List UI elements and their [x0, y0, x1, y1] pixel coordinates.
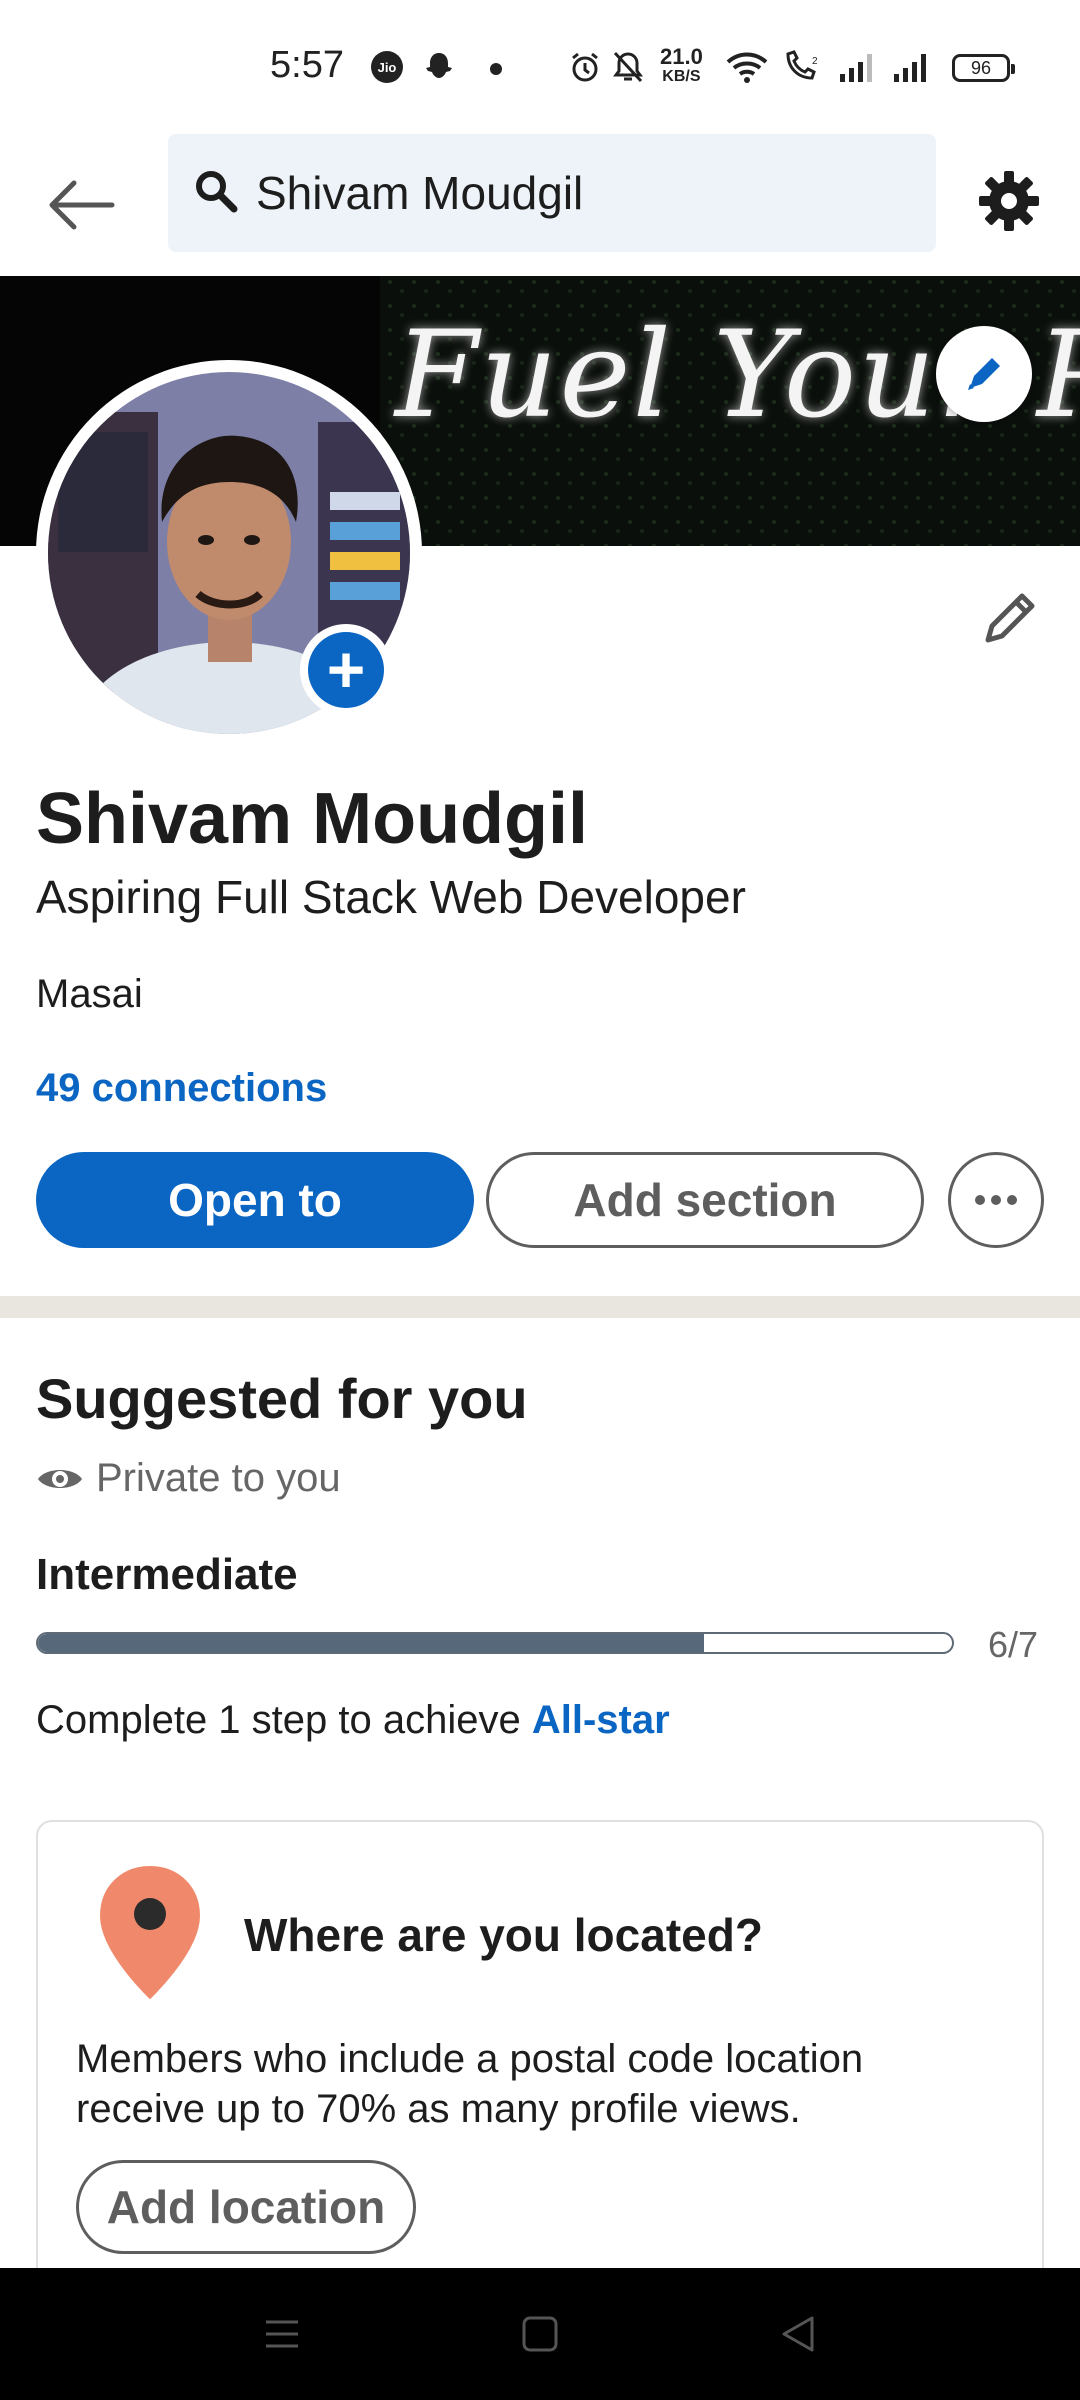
- back-nav-button[interactable]: [766, 2302, 830, 2366]
- signal-icon: [892, 50, 932, 89]
- pencil-icon: [968, 358, 1000, 390]
- profile-headline: Aspiring Full Stack Web Developer: [36, 871, 746, 923]
- battery-indicator: 96: [952, 54, 1015, 82]
- menu-icon: [266, 2320, 298, 2348]
- search-input[interactable]: Shivam Moudgil: [168, 134, 936, 252]
- bell-off-icon: [612, 50, 644, 89]
- gear-icon: [979, 171, 1039, 231]
- profile-strength-count: 6/7: [988, 1624, 1039, 1665]
- back-button[interactable]: [40, 164, 122, 246]
- search-query: Shivam Moudgil: [256, 167, 584, 219]
- profile-strength-bar: [36, 1632, 954, 1654]
- section-divider: [0, 1296, 1080, 1318]
- profile-company[interactable]: Masai: [36, 972, 143, 1017]
- wifi-icon: [726, 50, 768, 89]
- alarm-icon: [568, 50, 602, 89]
- snapchat-icon: [422, 50, 456, 89]
- completion-hint: Complete 1 step to achieve All-star: [36, 1698, 670, 1742]
- triangle-back-icon: [782, 2316, 814, 2352]
- status-bar: 5:57 Jio 21.0 KB/S 2 96: [0, 0, 1080, 134]
- visibility-label: Private to you: [96, 1456, 341, 1500]
- add-location-button[interactable]: Add location: [76, 2160, 416, 2254]
- open-to-button[interactable]: Open to: [36, 1152, 474, 1248]
- all-star-link[interactable]: All-star: [532, 1698, 670, 1742]
- dot-icon: [490, 62, 502, 80]
- location-pin-icon: [90, 1858, 210, 2013]
- connections-link[interactable]: 49 connections: [36, 1066, 327, 1111]
- edit-intro-button[interactable]: [972, 580, 1048, 656]
- menu-nav-button[interactable]: [250, 2302, 314, 2366]
- system-nav-bar: [0, 2268, 1080, 2400]
- jio-icon: Jio: [370, 50, 404, 89]
- volte-call-icon: 2: [782, 50, 822, 89]
- more-horizontal-icon: [975, 1195, 1017, 1205]
- search-icon: [194, 169, 238, 218]
- visibility-note: Private to you: [36, 1456, 341, 1501]
- square-icon: [522, 2316, 558, 2352]
- profile-strength-fill: [38, 1634, 704, 1652]
- profile-name: Shivam Moudgil: [36, 779, 589, 859]
- edit-banner-button[interactable]: [936, 326, 1032, 422]
- signal-icon: [838, 50, 878, 89]
- add-section-button[interactable]: Add section: [486, 1152, 924, 1248]
- home-nav-button[interactable]: [508, 2302, 572, 2366]
- eye-icon: [38, 1469, 82, 1488]
- plus-icon: +: [308, 632, 384, 708]
- pencil-icon: [985, 593, 1035, 643]
- more-options-button[interactable]: [948, 1152, 1044, 1248]
- arrow-left-icon: [49, 180, 115, 230]
- status-time: 5:57: [270, 44, 344, 86]
- section-title: Suggested for you: [36, 1367, 528, 1430]
- add-photo-button[interactable]: +: [300, 624, 392, 716]
- svg-text:Jio: Jio: [378, 60, 397, 75]
- location-card-body: Members who include a postal code locati…: [76, 2037, 864, 2131]
- network-speed: 21.0 KB/S: [660, 44, 703, 86]
- top-app-bar: Shivam Moudgil: [0, 134, 1080, 276]
- profile-strength-level: Intermediate: [36, 1550, 298, 1599]
- settings-button[interactable]: [968, 160, 1050, 242]
- svg-text:2: 2: [812, 56, 818, 67]
- location-card-title: Where are you located?: [244, 1909, 763, 1961]
